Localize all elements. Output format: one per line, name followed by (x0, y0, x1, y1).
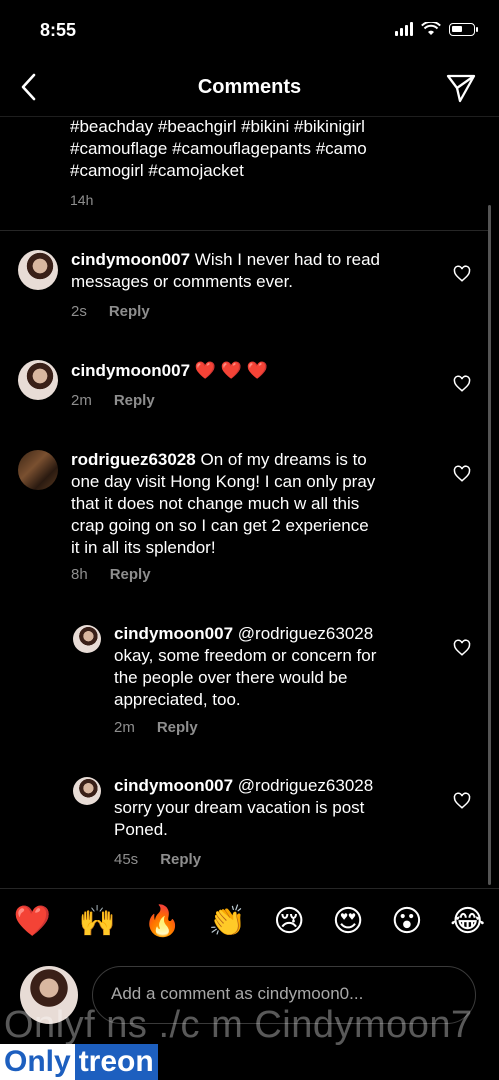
post-caption: #beachday #beachgirl #bikini #bikinigirl… (70, 116, 470, 182)
wifi-icon (421, 22, 441, 35)
comment-meta: 2m Reply (114, 719, 198, 736)
caption-line: #camogirl #camojacket (70, 161, 244, 180)
comment-text: cindymoon007 @rodriguez63028 sorry your … (114, 775, 444, 841)
comment-meta: 2m Reply (71, 392, 155, 409)
avatar[interactable] (18, 450, 58, 490)
comment-body: On of my dreams is to (200, 450, 367, 469)
heart-emoji-button[interactable]: ❤️ (14, 904, 51, 939)
comment-body: ❤️ ❤️ ❤️ (194, 361, 268, 380)
status-bar: 8:55 (0, 0, 499, 60)
heart-eyes-emoji-button[interactable]: 😍 (332, 904, 363, 939)
raised-hands-emoji-button[interactable]: 🙌 (79, 904, 116, 939)
comment-body: messages or comments ever. (71, 272, 294, 291)
comment-meta: 8h Reply (71, 566, 151, 583)
signal-icon (395, 22, 413, 36)
laughing-emoji-button[interactable]: 😂 (450, 904, 485, 939)
comment-body: one day visit Hong Kong! I can only pray (71, 472, 376, 491)
comment-body: okay, some freedom or concern for (114, 646, 377, 665)
comment-timestamp: 8h (71, 566, 88, 583)
comment-text: cindymoon007 @rodriguez63028 okay, some … (114, 623, 444, 711)
comment-text: cindymoon007 ❤️ ❤️ ❤️ (71, 360, 441, 382)
comment-input[interactable] (109, 983, 453, 1005)
comment-body: @rodriguez63028 (237, 624, 374, 643)
caption-divider (0, 230, 490, 231)
avatar[interactable] (18, 360, 58, 400)
reply-button[interactable]: Reply (109, 303, 150, 320)
comment-body: Wish I never had to read (194, 250, 380, 269)
reply-button[interactable]: Reply (160, 851, 201, 868)
comment-body: sorry your dream vacation is post (114, 798, 365, 817)
comment-body: appreciated, too. (114, 690, 241, 709)
send-icon (446, 74, 476, 103)
reply-button[interactable]: Reply (110, 566, 151, 583)
scrollbar[interactable] (488, 205, 491, 885)
heart-icon[interactable] (453, 265, 471, 283)
comment-timestamp: 2m (114, 719, 135, 736)
comment-text: cindymoon007 Wish I never had to read me… (71, 249, 441, 293)
status-icons (395, 22, 478, 36)
comment-username[interactable]: cindymoon007 (114, 776, 233, 795)
page-title: Comments (197, 76, 302, 98)
clap-emoji-button[interactable]: 👏 (209, 904, 246, 939)
comment-text: rodriguez63028 On of my dreams is to one… (71, 449, 451, 559)
watermark-logo: Only treon (0, 1044, 158, 1080)
logo-part: treon (74, 1044, 158, 1080)
comment-timestamp: 2s (71, 303, 87, 320)
send-button[interactable] (445, 72, 477, 104)
comment-body: crap going on so I can get 2 experience (71, 516, 369, 535)
comment-username[interactable]: cindymoon007 (114, 624, 233, 643)
comment-body: that it does not change much w all this (71, 494, 360, 513)
logo-part: Only (0, 1044, 75, 1080)
comment-username[interactable]: rodriguez63028 (71, 450, 196, 469)
comment-meta: 45s Reply (114, 851, 201, 868)
avatar[interactable] (73, 625, 101, 653)
comment-timestamp: 2m (71, 392, 92, 409)
comment-timestamp: 45s (114, 851, 139, 868)
comment-username[interactable]: cindymoon007 (71, 361, 190, 380)
comment-meta: 2s Reply (71, 303, 150, 320)
heart-icon[interactable] (453, 375, 471, 393)
surprised-emoji-button[interactable]: 😮 (391, 904, 422, 939)
avatar[interactable] (18, 250, 58, 290)
avatar[interactable] (73, 777, 101, 805)
battery-icon (449, 22, 478, 36)
caption-line: #beachday #beachgirl #bikini #bikinigirl (70, 117, 365, 136)
caption-line: #camouflage #camouflagepants #camo (70, 139, 367, 158)
crying-emoji-button[interactable]: 😢 (274, 904, 305, 939)
heart-icon[interactable] (453, 792, 471, 810)
comment-username[interactable]: cindymoon007 (71, 250, 190, 269)
watermark-text: Onlyf ns ./c m Cindymoon7 (4, 1004, 473, 1046)
header: Comments (0, 62, 499, 114)
caption-timestamp: 14h (70, 192, 94, 208)
fire-emoji-button[interactable]: 🔥 (144, 904, 181, 939)
reply-button[interactable]: Reply (157, 719, 198, 736)
comment-body: Poned. (114, 820, 168, 839)
emoji-divider (0, 888, 499, 889)
heart-icon[interactable] (453, 465, 471, 483)
comment-body: the people over there would be (114, 668, 348, 687)
heart-icon[interactable] (453, 639, 471, 657)
emoji-quick-bar: ❤️ 🙌 🔥 👏 😢 😍 😮 😂 (0, 904, 499, 939)
status-time: 8:55 (40, 20, 77, 40)
reply-button[interactable]: Reply (114, 392, 155, 409)
comment-body: it in all its splendor! (71, 538, 216, 557)
comment-body: @rodriguez63028 (237, 776, 374, 795)
